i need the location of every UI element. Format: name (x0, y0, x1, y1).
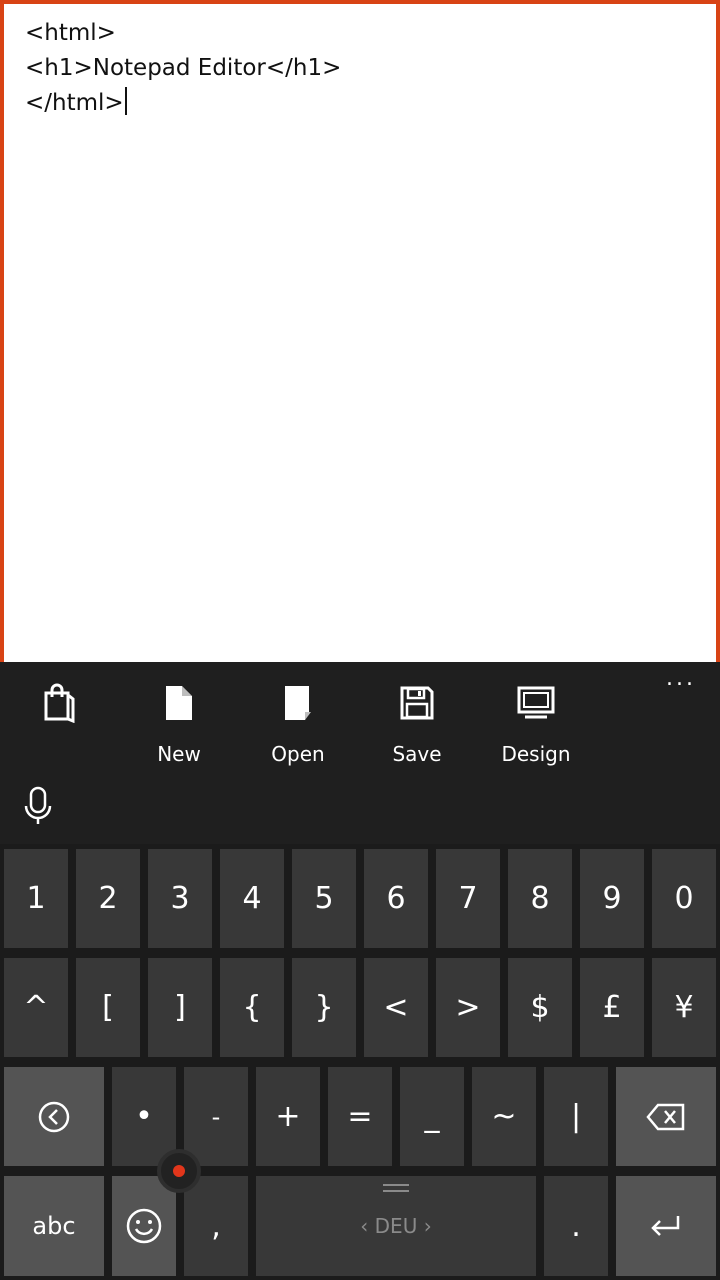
new-button[interactable]: New (131, 682, 227, 772)
editor-line-2: <h1>Notepad Editor</h1> (25, 55, 342, 81)
key-3[interactable]: 3 (148, 849, 212, 948)
language-label: DEU (374, 1214, 418, 1238)
key-comma[interactable]: , (184, 1176, 248, 1276)
language-switch-left-icon: ‹ (360, 1214, 375, 1238)
key-backspace[interactable] (616, 1067, 716, 1166)
key-left-bracket[interactable]: [ (76, 958, 140, 1057)
save-button[interactable]: Save (369, 682, 465, 772)
key-emoji[interactable] (112, 1176, 176, 1276)
editor-line-1: <html> (25, 20, 116, 46)
backspace-icon (646, 1103, 685, 1130)
open-file-icon (278, 682, 318, 724)
key-equals[interactable]: = (328, 1067, 392, 1166)
key-previous-page[interactable] (4, 1067, 104, 1166)
save-label: Save (392, 742, 442, 766)
store-button[interactable] (11, 682, 107, 772)
new-file-icon (159, 682, 199, 724)
key-tilde[interactable]: ~ (472, 1067, 536, 1166)
key-1[interactable]: 1 (4, 849, 68, 948)
app-bar: New Open Save Design ... (0, 662, 720, 782)
text-cursor-control[interactable] (157, 1149, 201, 1193)
key-9[interactable]: 9 (580, 849, 644, 948)
enter-icon (651, 1216, 680, 1236)
key-yen[interactable]: ¥ (652, 958, 716, 1057)
design-label: Design (501, 742, 571, 766)
open-button[interactable]: Open (250, 682, 346, 772)
microphone-icon[interactable] (22, 784, 54, 828)
key-8[interactable]: 8 (508, 849, 572, 948)
circle-chevron-left-icon (38, 1101, 70, 1132)
store-bag-icon (39, 682, 79, 724)
design-button[interactable]: Design (488, 682, 584, 772)
key-enter[interactable] (616, 1176, 716, 1276)
more-options-button[interactable]: ... (656, 666, 706, 696)
key-7[interactable]: 7 (436, 849, 500, 948)
save-disk-icon (397, 682, 437, 724)
text-editor[interactable]: <html> <h1>Notepad Editor</h1> </html> (0, 0, 720, 662)
language-switch-right-icon: › (417, 1214, 432, 1238)
suggestion-bar (0, 782, 720, 844)
key-less-than[interactable]: < (364, 958, 428, 1057)
key-abc[interactable]: abc (4, 1176, 104, 1276)
key-4[interactable]: 4 (220, 849, 284, 948)
design-monitor-icon (516, 682, 556, 724)
new-label: New (157, 742, 201, 766)
key-hyphen[interactable]: - (184, 1067, 248, 1166)
key-period[interactable]: . (544, 1176, 608, 1276)
keyboard-drag-handle[interactable] (383, 1184, 409, 1192)
key-dollar[interactable]: $ (508, 958, 572, 1057)
key-greater-than[interactable]: > (436, 958, 500, 1057)
key-2[interactable]: 2 (76, 849, 140, 948)
editor-line-3: </html> (25, 90, 124, 116)
key-pipe[interactable]: | (544, 1067, 608, 1166)
key-plus[interactable]: + (256, 1067, 320, 1166)
key-bullet[interactable]: • (112, 1067, 176, 1166)
key-right-brace[interactable]: } (292, 958, 356, 1057)
key-caret[interactable]: ^ (4, 958, 68, 1057)
key-0[interactable]: 0 (652, 849, 716, 948)
key-left-brace[interactable]: { (220, 958, 284, 1057)
key-5[interactable]: 5 (292, 849, 356, 948)
key-underscore[interactable]: _ (400, 1067, 464, 1166)
editor-content[interactable]: <html> <h1>Notepad Editor</h1> </html> (25, 16, 695, 121)
key-pound[interactable]: £ (580, 958, 644, 1057)
key-6[interactable]: 6 (364, 849, 428, 948)
cursor-dot-icon (173, 1165, 185, 1177)
open-label: Open (271, 742, 325, 766)
key-right-bracket[interactable]: ] (148, 958, 212, 1057)
smiley-icon (126, 1208, 162, 1244)
text-caret (124, 87, 127, 115)
